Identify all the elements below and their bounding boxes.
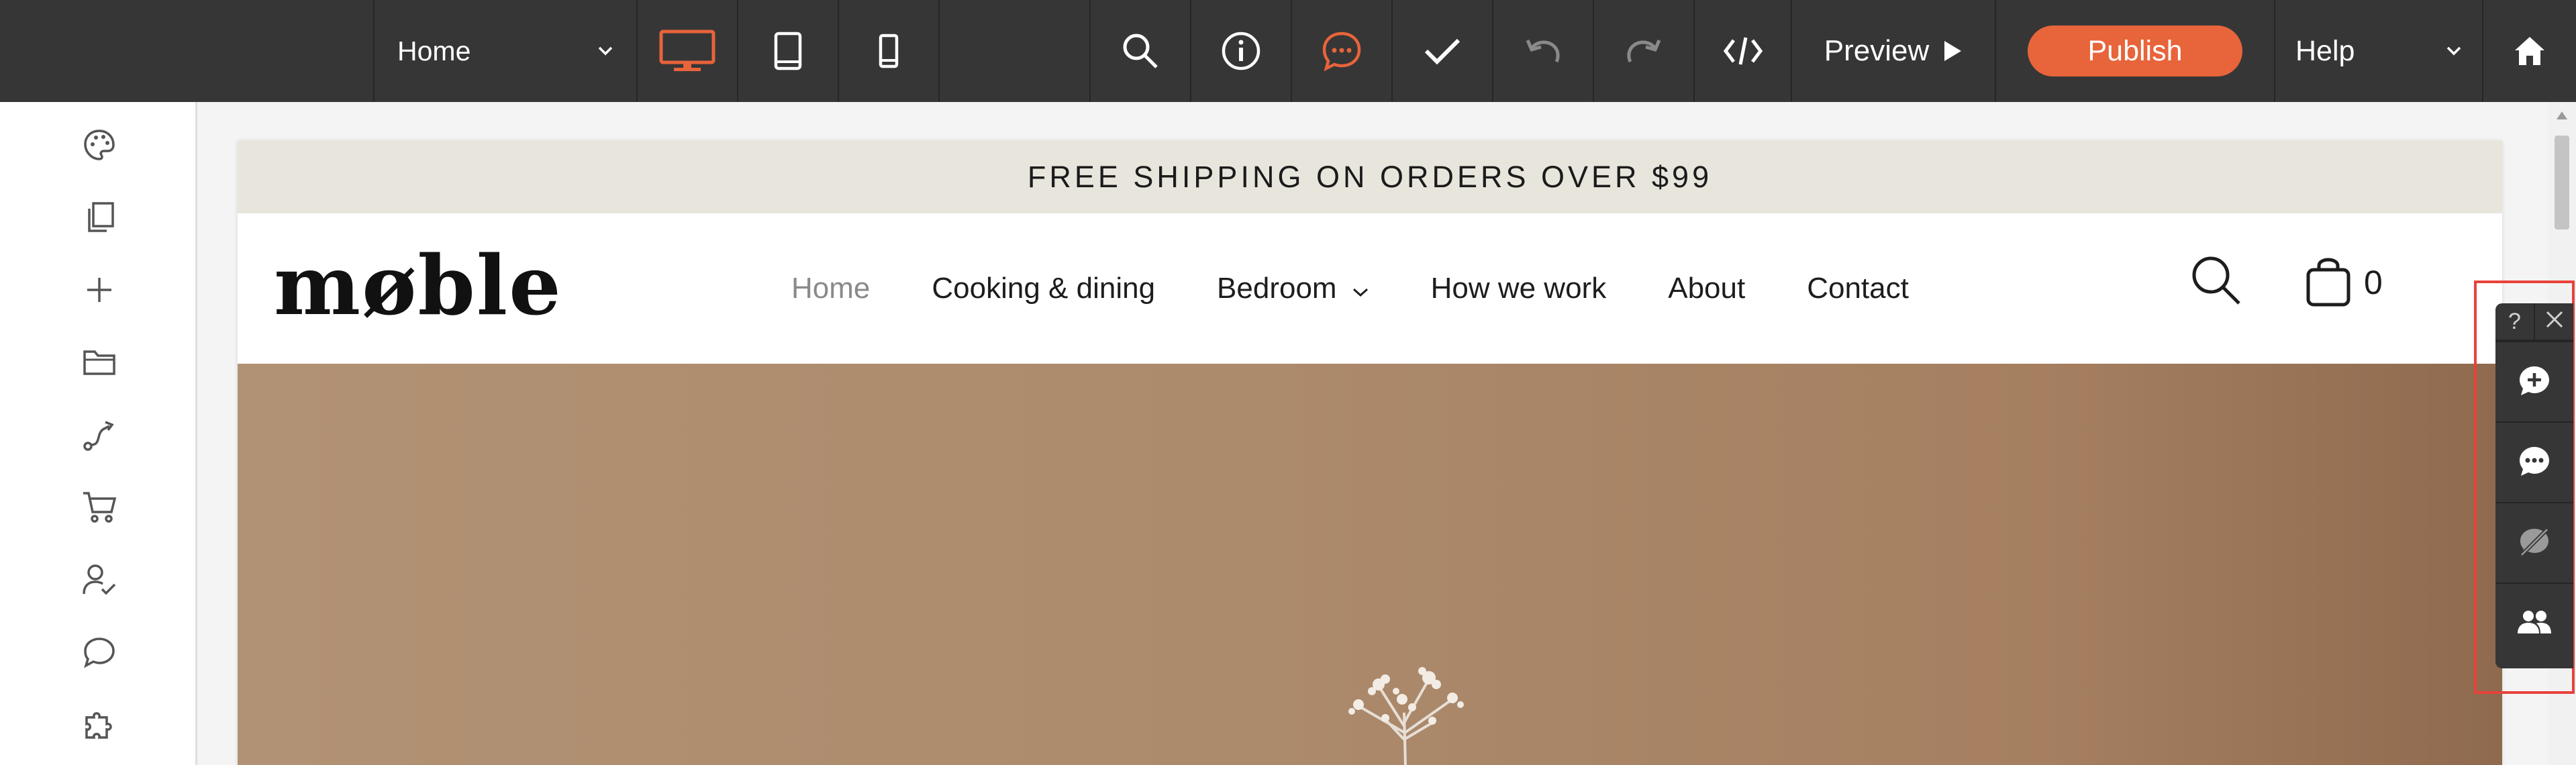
nav-item-home[interactable]: Home xyxy=(791,272,870,305)
flows-button[interactable] xyxy=(78,415,121,458)
cart-count: 0 xyxy=(2364,263,2383,301)
comments-button[interactable] xyxy=(1291,0,1391,102)
code-button[interactable] xyxy=(1693,0,1791,102)
help-menu[interactable]: Help xyxy=(2274,0,2482,102)
left-sidebar xyxy=(0,102,197,765)
search-button[interactable] xyxy=(1089,0,1190,102)
info-button[interactable] xyxy=(1190,0,1291,102)
members-button[interactable] xyxy=(78,560,121,603)
chat-icon xyxy=(83,636,116,672)
preview-label: Preview xyxy=(1824,34,1930,67)
nav-item-how-we-work[interactable]: How we work xyxy=(1431,272,1607,305)
nav-label: About xyxy=(1668,272,1746,305)
preview-button[interactable]: Preview xyxy=(1791,0,1995,102)
hero-image xyxy=(238,364,2502,765)
store-button[interactable] xyxy=(78,487,121,530)
tablet-icon xyxy=(774,32,802,70)
redo-button[interactable] xyxy=(1593,0,1693,102)
toolbar-spacer xyxy=(938,0,1089,102)
info-icon xyxy=(1221,31,1261,71)
design-button[interactable] xyxy=(78,125,121,168)
check-button[interactable] xyxy=(1391,0,1492,102)
site-cart-button[interactable]: 0 xyxy=(2305,254,2383,311)
publish-area: Publish xyxy=(1995,0,2274,102)
close-icon xyxy=(2545,309,2564,335)
help-label: Help xyxy=(2295,34,2355,67)
chevron-down-icon xyxy=(1352,272,1369,305)
announcement-bar: FREE SHIPPING ON ORDERS OVER $99 xyxy=(238,141,2502,213)
chat-button[interactable] xyxy=(78,632,121,675)
nav-label: Bedroom xyxy=(1217,272,1337,305)
add-button[interactable] xyxy=(78,270,121,313)
redo-icon xyxy=(1626,36,1662,66)
top-toolbar: Home Preview Publish Help xyxy=(0,0,2576,102)
page-selector-value: Home xyxy=(397,35,471,66)
chevron-down-icon xyxy=(597,46,613,56)
hide-comments-button[interactable] xyxy=(2495,502,2573,584)
comment-toolbar-header: ? xyxy=(2495,303,2573,341)
show-comments-button[interactable] xyxy=(2495,421,2573,503)
scroll-up-arrow-icon[interactable] xyxy=(2557,111,2567,119)
nav-label: How we work xyxy=(1430,272,1607,305)
folder-icon xyxy=(83,348,116,380)
collaborators-button[interactable] xyxy=(2495,582,2573,664)
hide-comments-icon xyxy=(2518,525,2551,562)
nav-label: Contact xyxy=(1807,272,1909,305)
site-header: møble Home Cooking & dining Bedroom How … xyxy=(238,213,2502,364)
home-icon xyxy=(2514,36,2546,66)
user-check-icon xyxy=(82,564,117,599)
check-icon xyxy=(1424,36,1461,66)
undo-icon xyxy=(1525,36,1561,66)
nav-item-cooking-dining[interactable]: Cooking & dining xyxy=(932,272,1155,305)
play-icon xyxy=(1942,40,1963,62)
pages-icon xyxy=(84,201,115,237)
site-preview: FREE SHIPPING ON ORDERS OVER $99 møble H… xyxy=(238,141,2502,765)
add-comment-icon xyxy=(2518,364,2551,401)
code-icon xyxy=(1723,35,1763,67)
site-logo[interactable]: møble xyxy=(274,242,562,329)
announcement-text: FREE SHIPPING ON ORDERS OVER $99 xyxy=(1027,160,1713,194)
apps-button[interactable] xyxy=(78,705,121,748)
desktop-icon xyxy=(659,30,715,72)
comment-close-button[interactable] xyxy=(2534,303,2573,341)
nav-label: Cooking & dining xyxy=(932,272,1156,305)
puzzle-icon xyxy=(83,708,116,745)
device-desktop-button[interactable] xyxy=(636,0,737,102)
search-icon xyxy=(1122,32,1159,70)
device-mobile-button[interactable] xyxy=(838,0,938,102)
nav-item-about[interactable]: About xyxy=(1668,272,1745,305)
add-comment-button[interactable] xyxy=(2495,341,2573,423)
files-button[interactable] xyxy=(78,342,121,385)
comment-help-button[interactable]: ? xyxy=(2495,303,2534,341)
page-selector[interactable]: Home xyxy=(373,0,636,102)
site-nav: Home Cooking & dining Bedroom How we wor… xyxy=(791,213,1971,364)
publish-button[interactable]: Publish xyxy=(2028,26,2242,76)
chevron-down-icon xyxy=(2446,46,2462,56)
search-icon xyxy=(2189,256,2243,310)
shopping-bag-icon xyxy=(2305,254,2352,311)
nav-item-bedroom[interactable]: Bedroom xyxy=(1217,272,1369,305)
pages-button[interactable] xyxy=(78,197,121,240)
comment-icon xyxy=(2518,445,2551,482)
comments-icon xyxy=(1322,31,1362,71)
home-button[interactable] xyxy=(2482,0,2576,102)
route-icon xyxy=(83,418,116,455)
cart-icon xyxy=(82,491,117,527)
collaborators-icon xyxy=(2516,609,2553,640)
dried-plant-decoration xyxy=(1318,659,1493,765)
palette-icon xyxy=(83,128,116,165)
mobile-icon xyxy=(879,34,899,68)
site-search-button[interactable] xyxy=(2189,254,2243,311)
add-icon xyxy=(85,275,114,308)
nav-item-contact[interactable]: Contact xyxy=(1807,272,1909,305)
scrollbar-thumb[interactable] xyxy=(2555,136,2569,230)
nav-label: Home xyxy=(791,272,871,305)
comment-toolbar: ? xyxy=(2495,303,2573,668)
undo-button[interactable] xyxy=(1492,0,1593,102)
device-tablet-button[interactable] xyxy=(737,0,838,102)
